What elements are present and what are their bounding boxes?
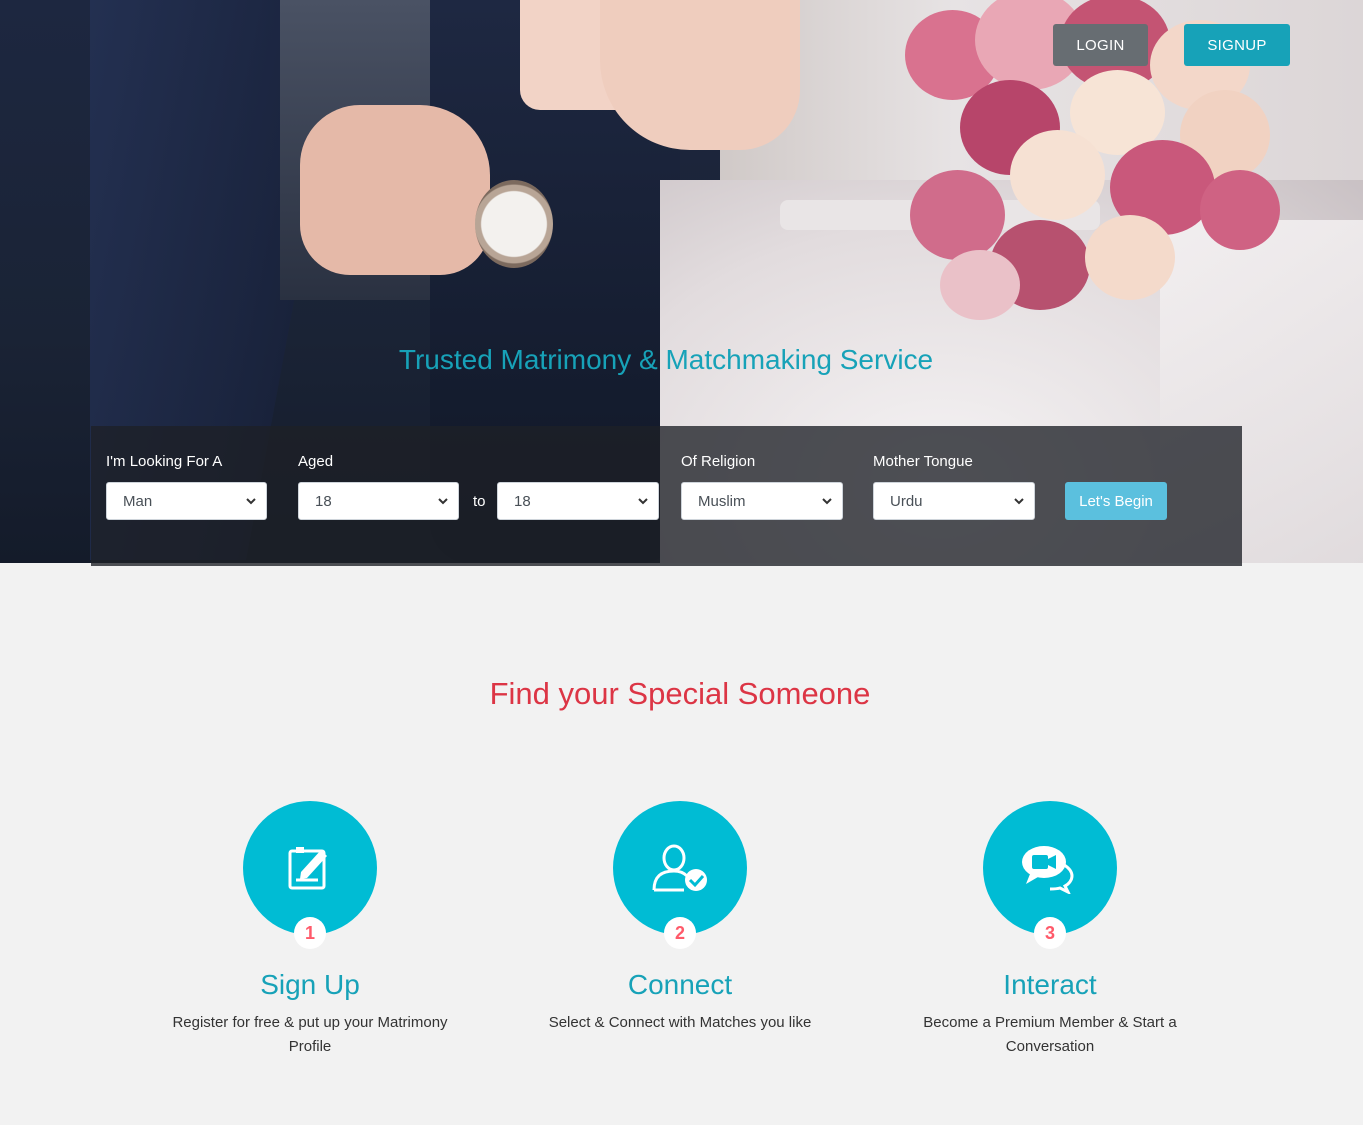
step-circle: 1 [243, 801, 377, 949]
age-to-label: to [473, 493, 486, 510]
looking-for-label: I'm Looking For A [106, 453, 223, 470]
aged-label: Aged [298, 453, 334, 470]
partner-search-form: I'm Looking For A Man Aged 18 to 18 Of R… [91, 426, 1242, 566]
step-number: 2 [664, 917, 696, 949]
step-number: 1 [294, 917, 326, 949]
lets-begin-button[interactable]: Let's Begin [1065, 482, 1167, 520]
religion-select[interactable]: Muslim [681, 482, 843, 520]
watch-image [475, 180, 553, 268]
step-sign-up: 1 Sign Up Register for free & put up you… [145, 801, 475, 1059]
looking-for-select[interactable]: Man [106, 482, 267, 520]
step-title: Interact [1003, 969, 1097, 1000]
step-title: Sign Up [260, 969, 360, 1000]
age-from-select[interactable]: 18 [298, 482, 459, 520]
mother-tongue-select[interactable]: Urdu [873, 482, 1035, 520]
step-description: Register for free & put up your Matrimon… [172, 1014, 448, 1055]
step-title: Connect [627, 969, 733, 1000]
chevron-down-icon [246, 498, 256, 505]
chevron-down-icon [438, 498, 448, 505]
age-to-select[interactable]: 18 [497, 482, 659, 520]
login-button[interactable]: LOGIN [1053, 24, 1148, 66]
step-description: Become a Premium Member & Start a Conver… [923, 1014, 1177, 1055]
religion-label: Of Religion [681, 453, 756, 470]
step-interact: 3 Interact Become a Premium Member & Sta… [885, 801, 1215, 1059]
signup-button[interactable]: SIGNUP [1184, 24, 1290, 66]
step-circle: 3 [983, 801, 1117, 949]
step-connect: 2 Connect Select & Connect with Matches … [515, 801, 845, 1035]
hero-tagline: Trusted Matrimony & Matchmaking Service [398, 344, 934, 375]
chevron-down-icon [638, 498, 648, 505]
user-check-icon [652, 844, 707, 892]
step-number: 3 [1034, 917, 1066, 949]
mother-tongue-label: Mother Tongue [873, 453, 973, 470]
step-description: Select & Connect with Matches you like [548, 1014, 812, 1031]
chevron-down-icon [822, 498, 832, 505]
step-circle: 2 [613, 801, 747, 949]
edit-form-icon [288, 847, 327, 890]
section-title: Find your Special Someone [489, 676, 871, 711]
chevron-down-icon [1014, 498, 1024, 505]
video-chat-icon [1022, 846, 1074, 894]
